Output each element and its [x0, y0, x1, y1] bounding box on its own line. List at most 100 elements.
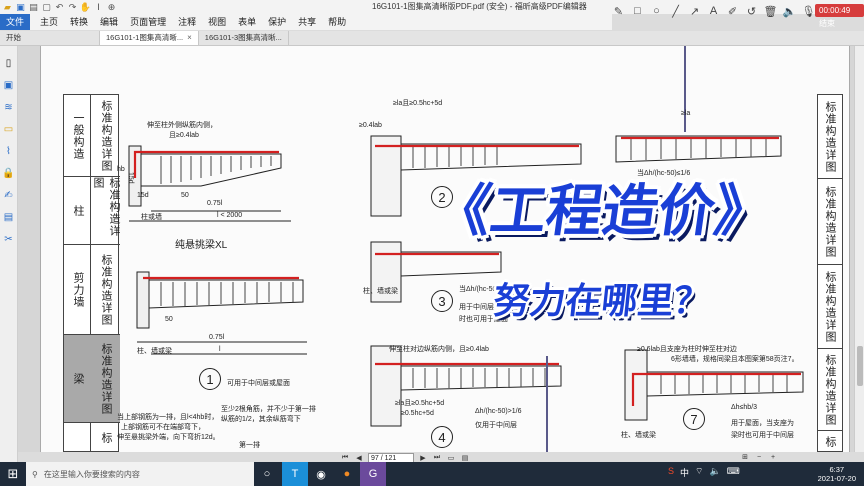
windows-start-icon[interactable]: ⊞	[0, 462, 26, 486]
scrollbar-thumb[interactable]	[857, 346, 863, 386]
close-icon[interactable]: ×	[187, 31, 192, 45]
app-s-icon[interactable]: S	[668, 466, 674, 479]
zoom-icon[interactable]: ⊕	[106, 2, 117, 13]
tab-doc-1[interactable]: 16G101-1图集高清晰... ×	[100, 31, 199, 45]
note-text: 仅用于中间层	[475, 422, 517, 429]
left-panel-toolbar: ▯ ▣ ≋ ▭ ⌇ 🔒 ✍ ▤ ✂	[0, 46, 18, 462]
dim-text: 柱、墙或梁	[621, 432, 656, 439]
menu-share[interactable]: 共享	[292, 14, 322, 30]
ime-indicator[interactable]: 中	[680, 466, 689, 479]
select-icon[interactable]: Ⅰ	[93, 2, 104, 13]
print-icon[interactable]: ▤	[28, 2, 39, 13]
menu-protect[interactable]: 保护	[262, 14, 292, 30]
menu-home[interactable]: 主页	[34, 14, 64, 30]
document-tab-bar: 开始 16G101-1图集高清晰... × 16G101-3图集高清晰...	[0, 31, 864, 46]
highlighter-icon[interactable]: ✐	[726, 5, 739, 18]
clock-time: 6:37	[829, 465, 845, 474]
attachment-icon[interactable]: ⌇	[2, 144, 16, 158]
note-text: ≥0.6lab且支座为柱时伸至柱对边	[637, 346, 737, 353]
task-view-icon[interactable]: ○	[254, 462, 280, 486]
note-text: 第一排	[239, 442, 260, 449]
text-icon[interactable]: A	[707, 5, 720, 18]
windows-taskbar: ⊞ ⚲ 在这里输入你要搜索的内容 ○ T ◉ ● G S 中 ⌔ 🔈 ⌨ 6:3…	[0, 462, 864, 486]
rectangle-icon[interactable]: □	[631, 5, 644, 18]
detail-number-7: 7	[683, 408, 705, 430]
undo-icon[interactable]: ↶	[54, 2, 65, 13]
dim-text: 50	[181, 192, 189, 199]
signature-icon[interactable]: ✍	[2, 188, 16, 202]
microphone-icon[interactable]: 🎙	[802, 5, 816, 18]
vertical-scrollbar[interactable]	[854, 46, 864, 452]
dim-text: 0.75l	[207, 200, 223, 207]
delete-icon[interactable]: 🗑	[764, 5, 778, 18]
tab-doc-3[interactable]: 16G101-3图集高清晰...	[199, 31, 289, 45]
dim-text: Δh≤hb/3	[731, 404, 758, 411]
volume-icon[interactable]: 🔈	[710, 466, 721, 479]
dim-text: Δh/(hc-50)>1/6	[475, 408, 522, 415]
detail-number-3: 3	[431, 290, 453, 312]
menu-help[interactable]: 帮助	[322, 14, 352, 30]
new-icon[interactable]: ▢	[41, 2, 52, 13]
taskbar-search-box[interactable]: ⚲ 在这里输入你要搜索的内容	[26, 462, 254, 486]
page-icon[interactable]: ▯	[2, 56, 16, 70]
menu-view[interactable]: 视图	[202, 14, 232, 30]
dim-text: 50	[165, 316, 173, 323]
form-icon[interactable]: ▤	[2, 210, 16, 224]
line-icon[interactable]: ╱	[669, 5, 682, 18]
zoom-toolbar: ⊞ − +	[740, 452, 778, 462]
note-text: 伸至悬挑梁外端，向下弯折12d。	[117, 434, 220, 441]
quick-access-toolbar: ▰ ▣ ▤ ▢ ↶ ↷ ✋ Ⅰ ⊕	[0, 2, 117, 13]
menu-edit[interactable]: 编辑	[94, 14, 124, 30]
note-text: 纵筋的1/2，其余纵筋弯下	[221, 416, 301, 423]
menu-page-manage[interactable]: 页面管理	[124, 14, 172, 30]
menu-comment[interactable]: 注释	[172, 14, 202, 30]
browser-icon[interactable]: ◉	[308, 462, 334, 486]
window-title: 16G101-1图集高清晰版PDF.pdf (安全) - 福昕高级PDF编辑器	[372, 2, 587, 11]
menu-form[interactable]: 表单	[232, 14, 262, 30]
layers-icon[interactable]: ≋	[2, 100, 16, 114]
note-text: 用于屋面，当支座为	[731, 420, 794, 427]
system-tray: S 中 ⌔ 🔈 ⌨	[668, 466, 740, 479]
video-overlay-title: 《工程造价》	[430, 179, 776, 244]
menu-convert[interactable]: 转换	[64, 14, 94, 30]
note-text: 伸至柱外侧纵筋内侧，	[147, 122, 217, 129]
dim-text: hb	[117, 166, 125, 173]
save-icon[interactable]: ▣	[15, 2, 26, 13]
record-stop-badge[interactable]: 00:00:49 结束	[815, 4, 864, 28]
circle-icon[interactable]: ○	[650, 5, 663, 18]
undo-annotation-icon[interactable]: ↺	[745, 5, 758, 18]
note-text: 6形墙墙，规格同梁且本图案第58页注7。	[671, 356, 799, 363]
speaker-icon[interactable]: 🔈	[783, 5, 797, 18]
dim-text: ≥0.4lab	[359, 122, 382, 129]
comments-icon[interactable]: ▭	[2, 122, 16, 136]
redo-icon[interactable]: ↷	[67, 2, 78, 13]
note-text: 伸至柱对边纵筋内侧，且≥0.4lab	[389, 346, 489, 353]
tools-icon[interactable]: ✂	[2, 232, 16, 246]
fit-page-icon[interactable]: ⊞	[740, 452, 750, 462]
wifi-icon[interactable]: ⌔	[695, 466, 703, 479]
note-text: 上部钢筋可不在端部弯下，	[121, 424, 205, 431]
zoom-in-icon[interactable]: +	[768, 452, 778, 462]
taskbar-clock[interactable]: 6:37 2021-07-20	[818, 465, 856, 483]
tab-label: 16G101-1图集高清晰...	[106, 33, 184, 42]
hand-icon[interactable]: ✋	[80, 2, 91, 13]
dim-text: ≥la	[681, 110, 691, 117]
app-orange-icon[interactable]: ●	[334, 462, 360, 486]
arrow-icon[interactable]: ↗	[688, 5, 701, 18]
note-text: 当上部钢筋为一排，且l<4hb时，	[117, 414, 219, 421]
keyboard-icon[interactable]: ⌨	[727, 466, 740, 479]
dim-text: ≥la且≥0.5hc+5d	[395, 400, 445, 407]
lock-icon[interactable]: 🔒	[2, 166, 16, 180]
zoom-out-icon[interactable]: −	[754, 452, 764, 462]
app-t-icon[interactable]: T	[282, 462, 308, 486]
folder-icon[interactable]: ▰	[2, 2, 13, 13]
tab-start[interactable]: 开始	[0, 31, 100, 45]
note-text: 用于中间层	[459, 304, 494, 311]
drawing-beam-2	[148, 279, 304, 309]
pen-icon[interactable]: ✎	[612, 5, 625, 18]
tab-label: 开始	[6, 33, 21, 42]
video-overlay-subtitle: 努力在哪里？	[491, 281, 712, 322]
thumbnails-icon[interactable]: ▣	[2, 78, 16, 92]
menu-file[interactable]: 文件	[0, 14, 31, 30]
editor-icon[interactable]: G	[360, 462, 386, 486]
